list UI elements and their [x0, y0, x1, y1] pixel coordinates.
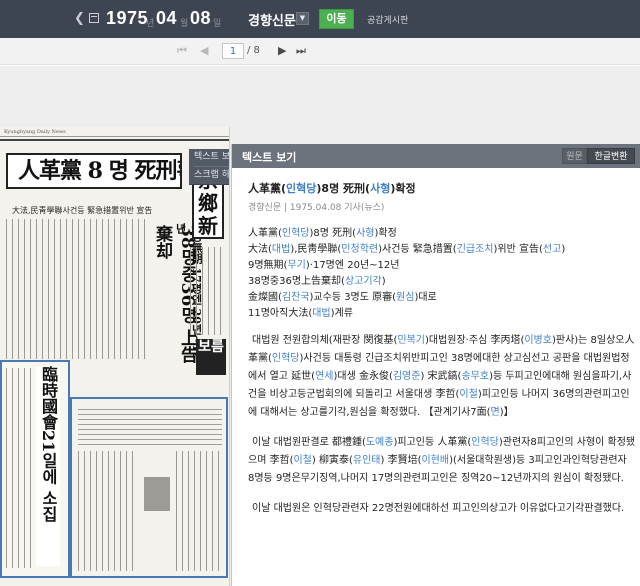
highlighted-article-box[interactable]: [70, 397, 228, 578]
text-columns: [120, 219, 146, 359]
page-total: / 8: [247, 45, 260, 56]
summary-line: 9명無期(무기)·17명엔 20년~12년: [248, 260, 400, 271]
calendar-icon[interactable]: [89, 13, 99, 23]
summary-line: 11명아직大法(대법)계류: [248, 308, 353, 319]
newspaper-scan[interactable]: Kyunghyang Daily News 人革黨 8 명 死刑확정 大法,民靑…: [0, 127, 230, 586]
chevron-left-icon[interactable]: ❮: [74, 11, 85, 26]
portrait-photo: [144, 477, 170, 511]
article-summary: 人革黨(인혁당)8명 死刑(사형)확정 大法(대법),民靑學聯(민청학련)사건등…: [248, 224, 636, 320]
top-bar: ❮ 1975 년 04 월 08 일 경향신문 ▼ 이동 공감게시판: [0, 0, 640, 38]
newspaper-name[interactable]: 경향신문: [248, 10, 296, 29]
chevron-down-icon[interactable]: ▼: [296, 12, 309, 25]
panel-header: 텍스트 보기 원문 한글변환: [232, 144, 640, 168]
text-columns: [6, 219, 116, 359]
page-navigation-bar: ⏮ ◀ / 8 ▶ ⏭: [0, 38, 640, 65]
go-button[interactable]: 이동: [319, 9, 354, 29]
korean-convert-toggle[interactable]: 한글변환: [587, 148, 635, 164]
newspaper-ad: 보름: [196, 339, 226, 375]
article-body: 人革黨(인혁당)8명 死刑(사형)확정 경향신문 | 1975.04.08 기사…: [248, 180, 636, 518]
context-menu: 텍스트 보 스크랩 하: [189, 149, 229, 185]
year-unit: 년: [146, 19, 155, 29]
notice-board-link[interactable]: 공감게시판: [367, 13, 408, 26]
vertical-headline-3: 臨時國會21일에 소집: [36, 366, 60, 566]
newspaper-subhead: 大法,民靑學聯사건등 緊急措置위반 宣告: [12, 206, 153, 215]
day-unit: 일: [213, 19, 222, 29]
article-paragraph: 대법원 전원합의체(재판장 閔復基(민복기)대법원장·주심 李丙塔(이병호)판사…: [248, 335, 635, 418]
summary-line: 金燦國(김찬국)교수등 3명도 原審(원심)대로: [248, 292, 437, 303]
prev-page-icon[interactable]: ◀: [200, 44, 208, 57]
panel-title: 텍스트 보기: [242, 151, 297, 164]
text-columns: [78, 451, 138, 571]
year-selector[interactable]: 1975: [106, 8, 148, 29]
text-columns: [190, 247, 226, 335]
article-paragraph: 이날 대법원판결로 都禮鍾(도예종)피고인등 人革黨(인혁당)관련자8피고인의 …: [248, 437, 636, 484]
last-page-icon[interactable]: ⏭: [296, 44, 306, 58]
newspaper-masthead: Kyunghyang Daily News: [0, 127, 229, 137]
text-view-panel: 텍스트 보기 원문 한글변환 人革黨(인혁당)8명 死刑(사형)확정 경향신문 …: [231, 144, 640, 586]
text-lines: [78, 405, 222, 445]
month-unit: 월: [180, 19, 189, 29]
page-number-input[interactable]: [222, 43, 244, 59]
text-columns: [6, 368, 32, 568]
day-selector[interactable]: 08: [190, 8, 211, 29]
menu-item-text-view[interactable]: 텍스트 보: [194, 149, 229, 167]
article-paragraph: 이날 대법원은 인혁당관련자 22명전원에대하선 피고인의상고가 이유없다고기각…: [252, 503, 625, 514]
month-selector[interactable]: 04: [156, 8, 177, 29]
summary-line: 大法(대법),民靑學聯(민청학련)사건등 緊急措置(긴급조치)위반 宣告(선고): [248, 244, 566, 255]
article-title: 人革黨(인혁당)8명 死刑(사형)확정: [248, 182, 416, 195]
menu-item-scrap[interactable]: 스크랩 하: [194, 167, 229, 184]
newspaper-headline: 人革黨 8 명 死刑확정: [6, 153, 182, 189]
rule-line: [0, 139, 229, 141]
summary-line: 人革黨(인혁당)8명 死刑(사형)확정: [248, 228, 397, 239]
summary-line: 38명중36명上告棄却(상고기각): [248, 276, 386, 287]
original-text-toggle[interactable]: 원문: [562, 148, 587, 164]
article-meta: 경향신문 | 1975.04.08 기사(뉴스): [248, 203, 385, 213]
highlighted-article-box[interactable]: 臨時國會21일에 소집: [0, 360, 70, 578]
first-page-icon[interactable]: ⏮: [177, 44, 187, 58]
text-columns: [176, 451, 224, 571]
next-page-icon[interactable]: ▶: [278, 44, 286, 57]
